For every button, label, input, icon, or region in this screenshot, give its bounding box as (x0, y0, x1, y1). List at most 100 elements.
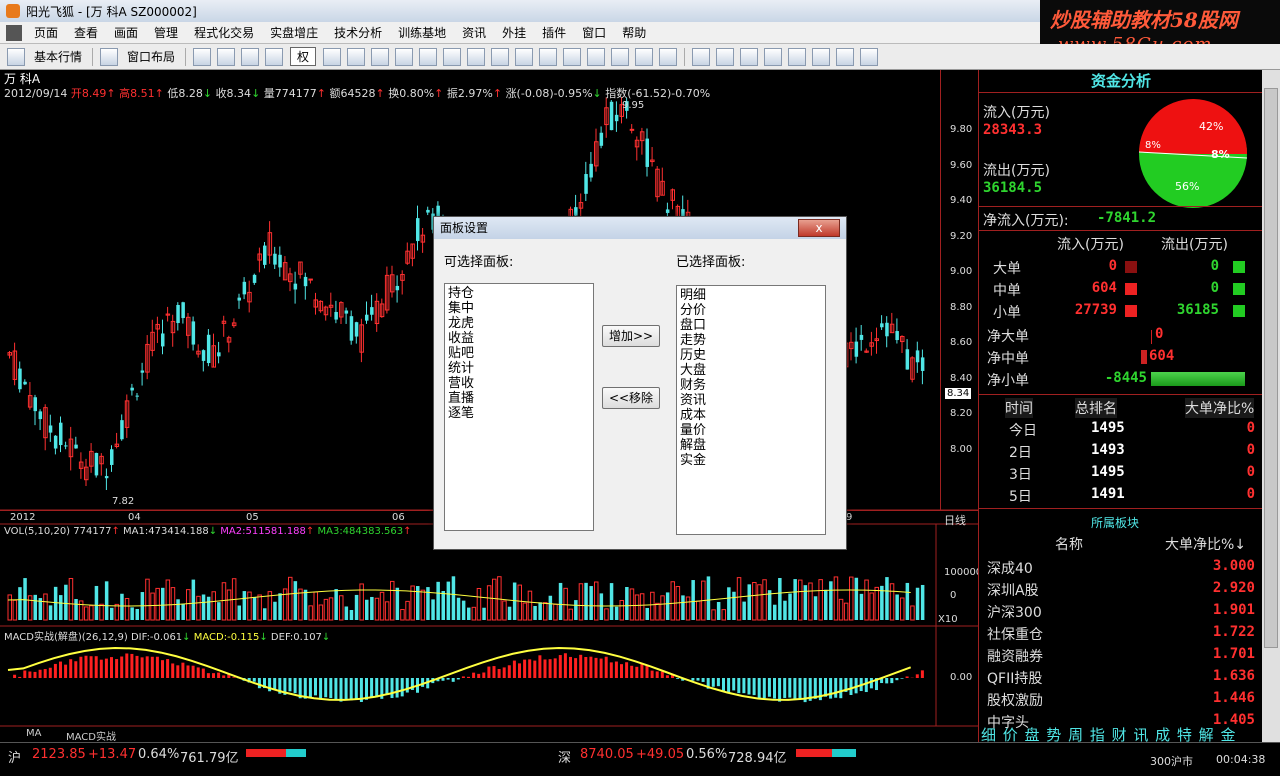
monitor-icon[interactable] (635, 47, 654, 66)
market-icon[interactable] (7, 47, 25, 66)
menu-item-6[interactable]: 技术分析 (326, 24, 390, 41)
volume-bar (27, 595, 33, 621)
selected-list-item[interactable]: 盘口 (680, 318, 822, 333)
available-list-item[interactable]: 直播 (448, 391, 590, 406)
menu-item-10[interactable]: 插件 (534, 24, 574, 41)
menu-logo-icon[interactable] (6, 24, 22, 41)
window-tile-icon[interactable] (611, 47, 630, 66)
sector-header-ratio[interactable]: 大单净比%↓ (1165, 534, 1246, 554)
plugin-icon[interactable] (491, 47, 510, 66)
menu-item-9[interactable]: 外挂 (494, 24, 534, 41)
line-tool-icon[interactable] (716, 47, 735, 66)
selected-list-item[interactable]: 量价 (680, 423, 822, 438)
market-tag[interactable]: 300沪市 (1150, 753, 1193, 769)
pointer-icon[interactable] (692, 47, 711, 66)
selected-list-item[interactable]: 资讯 (680, 393, 822, 408)
fan-tool-icon[interactable] (788, 47, 807, 66)
money-icon[interactable] (467, 47, 486, 66)
available-list-item[interactable]: 龙虎 (448, 316, 590, 331)
available-list-item[interactable]: 收益 (448, 331, 590, 346)
macd-bar (630, 665, 634, 678)
menu-item-5[interactable]: 实盘增庄 (262, 24, 326, 41)
chart-icon[interactable] (217, 47, 236, 66)
available-list-item[interactable]: 贴吧 (448, 346, 590, 361)
macd-bar (584, 657, 588, 678)
menu-item-7[interactable]: 训练基地 (390, 24, 454, 41)
crosshair-icon[interactable] (241, 47, 260, 66)
rect-tool-icon[interactable] (860, 47, 879, 66)
available-list-item[interactable]: 逐笔 (448, 406, 590, 421)
vline-tool-icon[interactable] (764, 47, 783, 66)
document-icon[interactable] (419, 47, 438, 66)
menu-item-2[interactable]: 画面 (106, 24, 146, 41)
macd-bar (915, 674, 919, 678)
tab-macd[interactable]: MACD实战 (66, 728, 116, 743)
tab-ma[interactable]: MA (26, 728, 41, 739)
volume-bar (278, 593, 282, 620)
window-icon[interactable] (587, 47, 606, 66)
parallel-tool-icon[interactable] (836, 47, 855, 66)
macd-bar (308, 678, 312, 699)
selected-list-item[interactable]: 成本 (680, 408, 822, 423)
market-dropdown[interactable]: 基本行情 (28, 48, 88, 65)
channel-tool-icon[interactable] (812, 47, 831, 66)
add-button[interactable]: 增加>> (602, 325, 660, 347)
select-stock-icon[interactable] (323, 47, 342, 66)
period-label[interactable]: 日线 (944, 512, 966, 528)
toolbar-separator (185, 47, 187, 66)
app-icon (6, 4, 20, 18)
menu-item-1[interactable]: 查看 (66, 24, 106, 41)
menu-item-0[interactable]: 页面 (26, 24, 66, 41)
macd-bar (676, 678, 680, 679)
settings-icon[interactable] (563, 47, 582, 66)
date-tick-label: 04 (128, 512, 141, 523)
menu-item-3[interactable]: 管理 (146, 24, 186, 41)
vol-title: VOL(5,10,20) (4, 526, 71, 537)
selected-list-item[interactable]: 走势 (680, 333, 822, 348)
candle-body (217, 352, 221, 357)
table-icon[interactable] (395, 47, 414, 66)
order-row-outflow: 0 (1210, 258, 1219, 274)
remove-button[interactable]: <<移除 (602, 387, 660, 409)
list-icon[interactable] (371, 47, 390, 66)
available-list-item[interactable]: 持仓 (448, 286, 590, 301)
selected-list-item[interactable]: 明细 (680, 288, 822, 303)
hline-tool-icon[interactable] (740, 47, 759, 66)
scrollbar-thumb[interactable] (1264, 88, 1278, 648)
ruler-icon[interactable] (265, 47, 284, 66)
dialog-close-button[interactable]: x (798, 219, 840, 237)
warning-icon[interactable] (515, 47, 534, 66)
macd-bar (405, 678, 409, 693)
selected-list-item[interactable]: 财务 (680, 378, 822, 393)
folder-open-icon[interactable] (193, 47, 212, 66)
kline-info-line: 万 科A 2012/09/14 开8.49↑ 高8.51↑ 低8.28↓ 收8.… (4, 72, 711, 100)
candle-body (599, 132, 604, 146)
gear-icon[interactable] (539, 47, 558, 66)
layout-dropdown[interactable]: 窗口布局 (121, 48, 181, 65)
menu-item-4[interactable]: 程式化交易 (186, 24, 262, 41)
sector-header-name[interactable]: 名称 (1055, 534, 1083, 554)
layout-icon[interactable] (100, 47, 119, 66)
page-icon[interactable] (443, 47, 462, 66)
available-listbox[interactable]: 持仓 集中 龙虎 收益 贴吧 统计 营收 直播 逐笔 (444, 283, 594, 531)
price-tick-label: 8.60 (950, 337, 973, 348)
split-icon[interactable] (659, 47, 678, 66)
volume-bar (527, 590, 533, 621)
rights-dropdown[interactable]: 权 (290, 47, 317, 66)
menu-item-11[interactable]: 窗口 (574, 24, 614, 41)
selected-list-item[interactable]: 分价 (680, 303, 822, 318)
selected-list-item[interactable]: 实金 (680, 453, 822, 468)
menu-item-8[interactable]: 资讯 (454, 24, 494, 41)
candle-body (33, 397, 37, 412)
volume-bar (59, 595, 63, 620)
selected-list-item[interactable]: 大盘 (680, 363, 822, 378)
selected-list-item[interactable]: 解盘 (680, 438, 822, 453)
available-list-item[interactable]: 统计 (448, 361, 590, 376)
selected-listbox[interactable]: 明细 分价 盘口 走势 历史 大盘 财务 资讯 成本 量价 解盘 实金 (676, 285, 826, 535)
grid-icon[interactable] (347, 47, 366, 66)
available-list-item[interactable]: 营收 (448, 376, 590, 391)
vertical-scrollbar[interactable] (1262, 70, 1280, 742)
available-list-item[interactable]: 集中 (448, 301, 590, 316)
selected-list-item[interactable]: 历史 (680, 348, 822, 363)
menu-item-12[interactable]: 帮助 (614, 24, 654, 41)
